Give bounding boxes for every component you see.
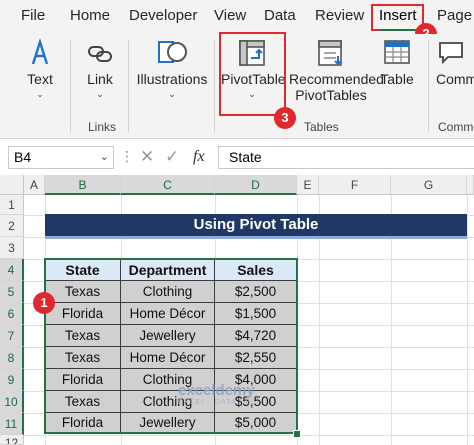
- more-options-icon: ⋮: [120, 148, 134, 164]
- column-header-c[interactable]: C: [121, 175, 215, 195]
- formula-bar: B4 ⌄ ⋮ ✕ ✓ fx State: [0, 145, 474, 171]
- row-header-5[interactable]: 5: [0, 281, 24, 303]
- row-header-12[interactable]: 12: [0, 435, 24, 445]
- header-cell-sales[interactable]: Sales: [215, 259, 297, 281]
- recommended-pivottables-button[interactable]: Recommended PivotTables: [289, 38, 384, 103]
- link-icon: [88, 46, 112, 62]
- table-icon: [384, 40, 410, 64]
- table-button-label: Table: [380, 71, 414, 87]
- select-all-corner[interactable]: [0, 175, 24, 195]
- recommended-pivottables-label-2: PivotTables: [295, 87, 367, 103]
- row-header-8[interactable]: 8: [0, 347, 24, 369]
- row-header-6[interactable]: 6: [0, 303, 24, 325]
- tab-file[interactable]: File: [21, 7, 45, 24]
- header-cell-state[interactable]: State: [45, 259, 121, 281]
- pivottable-highlight: [219, 32, 286, 116]
- link-button-label: Link: [87, 71, 113, 87]
- column-header-e[interactable]: E: [297, 175, 319, 195]
- formula-input[interactable]: State: [218, 146, 474, 169]
- tab-view[interactable]: View: [214, 7, 246, 24]
- column-header-b[interactable]: B: [45, 175, 121, 195]
- group-separator: [214, 40, 215, 132]
- table-cell[interactable]: Florida: [45, 413, 121, 433]
- table-cell[interactable]: Texas: [45, 325, 121, 347]
- table-cell[interactable]: Texas: [45, 347, 121, 369]
- group-separator: [428, 40, 429, 132]
- gridline: [24, 435, 474, 436]
- chevron-down-icon: ⌄: [168, 89, 176, 99]
- watermark-tagline: EXCEL · DATA · BI: [178, 399, 254, 406]
- recommended-pivottables-label-1: Recommended: [289, 71, 384, 87]
- table-cell[interactable]: Florida: [45, 303, 121, 325]
- column-header-f[interactable]: F: [319, 175, 391, 195]
- name-box-value: B4: [14, 149, 32, 165]
- enter-check-icon[interactable]: ✓: [165, 147, 179, 167]
- table-cell[interactable]: $2,550: [215, 347, 297, 369]
- table-cell[interactable]: Texas: [45, 281, 121, 303]
- table-cell[interactable]: Home Décor: [121, 347, 215, 369]
- text-button[interactable]: Text ⌄: [20, 38, 60, 99]
- link-button[interactable]: Link ⌄: [80, 38, 120, 99]
- comment-button-label: Comme: [436, 71, 474, 87]
- group-separator: [70, 40, 71, 132]
- column-header-a[interactable]: A: [24, 175, 45, 195]
- illustrations-icon: [158, 41, 187, 63]
- active-tab-indicator: [380, 29, 415, 31]
- table-cell[interactable]: Clothing: [121, 281, 215, 303]
- tab-page-layout[interactable]: Page: [437, 7, 472, 24]
- table-cell[interactable]: $1,500: [215, 303, 297, 325]
- sheet-title[interactable]: Using Pivot Table: [45, 214, 467, 239]
- table-cell[interactable]: $2,500: [215, 281, 297, 303]
- group-separator: [128, 40, 129, 132]
- tab-developer[interactable]: Developer: [129, 7, 197, 24]
- tab-review[interactable]: Review: [315, 7, 364, 24]
- header-cell-department[interactable]: Department: [121, 259, 215, 281]
- watermark: exceldemy EXCEL · DATA · BI: [178, 382, 255, 406]
- step-badge-1: 1: [33, 292, 55, 314]
- illustrations-button-label: Illustrations: [136, 71, 208, 87]
- column-header-d[interactable]: D: [215, 175, 297, 195]
- table-cell[interactable]: Jewellery: [121, 325, 215, 347]
- chevron-down-icon: ⌄: [96, 89, 104, 99]
- chevron-down-icon[interactable]: ⌄: [100, 147, 109, 168]
- group-label-tables: Tables: [304, 120, 339, 134]
- comment-icon: [439, 42, 463, 65]
- fill-handle[interactable]: [293, 430, 301, 438]
- formula-input-value: State: [229, 149, 262, 165]
- row-header-10[interactable]: 10: [0, 391, 24, 413]
- table-cell[interactable]: Jewellery: [121, 413, 215, 433]
- tab-data[interactable]: Data: [264, 7, 296, 24]
- name-box[interactable]: B4 ⌄: [8, 146, 114, 169]
- comment-button[interactable]: Comme: [436, 38, 474, 87]
- row-header-3[interactable]: 3: [0, 237, 24, 259]
- illustrations-button[interactable]: Illustrations ⌄: [136, 38, 208, 99]
- text-icon: [31, 38, 49, 65]
- table-cell[interactable]: Home Décor: [121, 303, 215, 325]
- column-header-h[interactable]: [467, 175, 474, 195]
- table-cell[interactable]: Texas: [45, 391, 121, 413]
- table-cell[interactable]: $5,000: [215, 413, 297, 433]
- step-badge-3: 3: [274, 107, 296, 129]
- chevron-down-icon: ⌄: [36, 89, 44, 99]
- row-header-7[interactable]: 7: [0, 325, 24, 347]
- row-header-9[interactable]: 9: [0, 369, 24, 391]
- cancel-icon[interactable]: ✕: [140, 147, 154, 167]
- table-cell[interactable]: $4,720: [215, 325, 297, 347]
- table-cell[interactable]: Florida: [45, 369, 121, 391]
- watermark-name: exceldemy: [178, 382, 255, 399]
- gridline: [467, 195, 468, 445]
- table-button[interactable]: Table: [378, 38, 416, 87]
- row-header-2[interactable]: 2: [0, 215, 24, 237]
- row-header-4[interactable]: 4: [0, 259, 24, 281]
- insert-function-icon[interactable]: fx: [193, 148, 205, 166]
- row-header-11[interactable]: 11: [0, 413, 24, 435]
- row-header-1[interactable]: 1: [0, 195, 24, 215]
- tab-home[interactable]: Home: [70, 7, 110, 24]
- recommended-pivottables-icon: [318, 40, 342, 66]
- column-header-g[interactable]: G: [391, 175, 467, 195]
- text-button-label: Text: [27, 71, 53, 87]
- group-label-links: Links: [88, 120, 117, 134]
- group-label-comments: Comme: [438, 120, 474, 134]
- menu-bar: File Home Developer View Data Review Ins…: [0, 0, 474, 34]
